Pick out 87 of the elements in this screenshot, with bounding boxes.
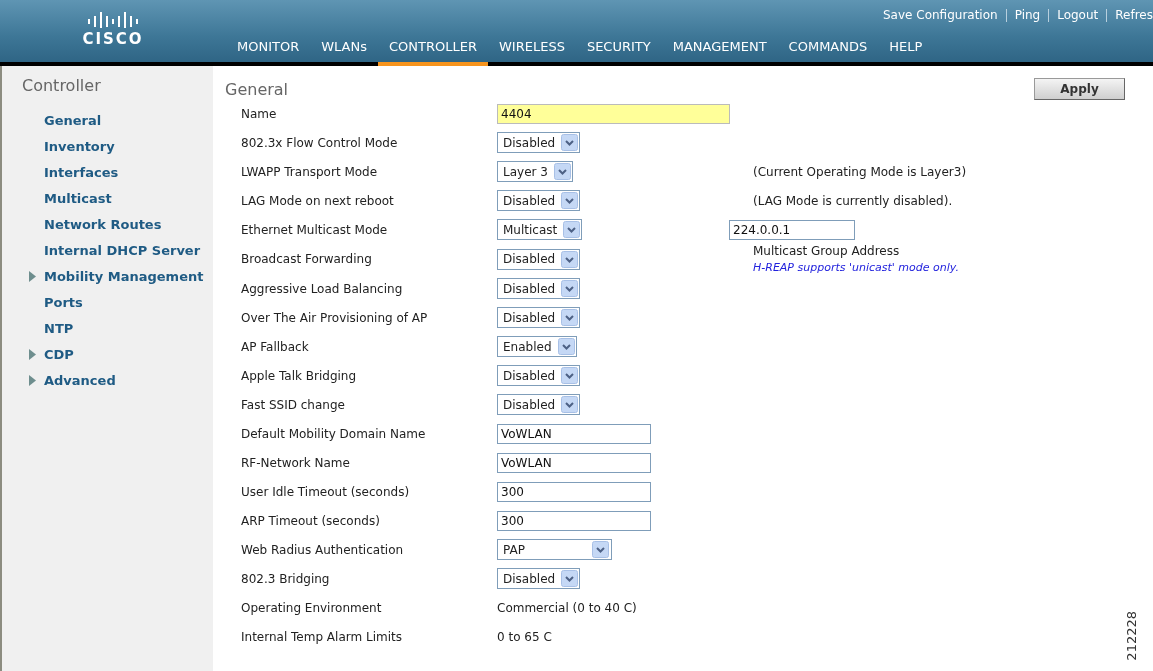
nav-tab[interactable]: SECURITY <box>575 39 662 66</box>
input-field[interactable]: VoWLAN <box>497 452 651 473</box>
dropdown[interactable]: PAP <box>497 539 612 560</box>
sidebar-item[interactable]: Interfaces <box>44 164 119 180</box>
field-label: Name <box>241 105 278 123</box>
field-label: LWAPP Transport Mode <box>241 163 379 181</box>
field-label: Fast SSID change <box>241 396 346 414</box>
header-link[interactable]: Ping <box>1005 9 1049 22</box>
expand-arrow-icon[interactable] <box>29 348 36 360</box>
input-field[interactable]: 300 <box>497 481 651 502</box>
chevron-down-icon <box>561 396 579 413</box>
sidebar-title: Controller <box>21 75 102 97</box>
chevron-down-icon <box>561 192 579 209</box>
chevron-down-icon <box>563 221 581 238</box>
apply-button[interactable]: Apply <box>1034 78 1125 100</box>
nav-tab[interactable]: WIRELESS <box>488 39 576 66</box>
field-label: Broadcast Forwarding <box>241 251 373 268</box>
sidebar-item[interactable]: General <box>44 112 102 128</box>
chevron-down-icon <box>557 338 575 355</box>
sidebar-item[interactable]: Ports <box>44 294 83 310</box>
sidebar-item[interactable]: NTP <box>44 320 74 336</box>
logo-bars-icon <box>87 12 139 28</box>
sidebar-item[interactable]: Inventory <box>44 138 115 154</box>
expand-arrow-icon[interactable] <box>29 270 36 282</box>
logo-text: CISCO <box>82 30 144 48</box>
sidebar-item[interactable]: Mobility Management <box>44 268 204 284</box>
nav-tab[interactable]: COMMANDS <box>777 39 879 66</box>
dropdown[interactable]: Layer 3 <box>497 161 573 182</box>
field-label: RF-Network Name <box>241 454 351 472</box>
input-field[interactable]: 4404 <box>497 103 730 124</box>
field-label: ARP Timeout (seconds) <box>241 512 381 530</box>
field-label: Over The Air Provisioning of AP <box>241 309 429 327</box>
nav-tab[interactable]: WLANs <box>310 39 378 66</box>
sidebar-item[interactable]: CDP <box>44 346 74 362</box>
nav-tab[interactable]: HELP <box>878 39 934 66</box>
field-label: AP Fallback <box>241 338 310 356</box>
field-label: Apple Talk Bridging <box>241 367 358 385</box>
field-label: Internal Temp Alarm Limits <box>241 628 403 646</box>
nav-tab[interactable]: CONTROLLER <box>378 39 488 66</box>
sidebar-item[interactable]: Multicast <box>44 190 112 206</box>
chevron-down-icon <box>561 309 579 326</box>
chevron-down-icon <box>561 570 579 587</box>
field-label: LAG Mode on next reboot <box>241 192 395 210</box>
page-title: General <box>225 79 289 99</box>
figure-number: 212228 <box>1124 611 1139 661</box>
field-value: Commercial (0 to 40 C) <box>497 600 637 615</box>
field-label: Ethernet Multicast Mode <box>241 221 389 239</box>
dropdown[interactable]: Disabled <box>497 307 581 328</box>
field-note: (LAG Mode is currently disabled). <box>753 193 954 208</box>
field-note: (Current Operating Mode is Layer3) <box>753 164 968 179</box>
field-label: Default Mobility Domain Name <box>241 425 427 443</box>
dropdown[interactable]: Disabled <box>497 568 581 589</box>
dropdown[interactable]: Disabled <box>497 394 581 415</box>
header-link[interactable]: Logout <box>1048 9 1107 22</box>
expand-arrow-icon[interactable] <box>29 374 36 386</box>
dropdown[interactable]: Disabled <box>497 278 581 299</box>
dropdown[interactable]: Enabled <box>497 336 577 357</box>
chevron-down-icon <box>561 134 579 151</box>
field-value: 0 to 65 C <box>497 629 552 644</box>
chevron-down-icon <box>592 541 609 558</box>
field-note: Multicast Group Address <box>753 244 901 258</box>
nav-tab[interactable]: MANAGEMENT <box>661 39 778 66</box>
sidebar-item[interactable]: Internal DHCP Server <box>44 242 201 258</box>
input-field[interactable]: VoWLAN <box>497 423 651 444</box>
chevron-down-icon <box>561 280 579 297</box>
sidebar-item[interactable]: Network Routes <box>44 216 162 232</box>
sidebar-item[interactable]: Advanced <box>44 372 116 388</box>
nav-tab[interactable]: MONITOR <box>226 39 311 66</box>
field-label: Operating Environment <box>241 599 383 617</box>
input-field[interactable]: 300 <box>497 510 651 531</box>
field-label: 802.3x Flow Control Mode <box>241 134 399 152</box>
hint-text: H-REAP supports 'unicast' mode only. <box>753 261 960 274</box>
dropdown[interactable]: Multicast <box>497 219 583 240</box>
chevron-down-icon <box>553 163 571 180</box>
field-label: Aggressive Load Balancing <box>241 280 404 298</box>
chevron-down-icon <box>561 367 579 384</box>
dropdown[interactable]: Disabled <box>497 248 581 270</box>
chevron-down-icon <box>561 250 579 268</box>
field-label: Web Radius Authentication <box>241 541 405 559</box>
field-label: User Idle Timeout (seconds) <box>241 483 411 501</box>
dropdown[interactable]: Disabled <box>497 190 581 211</box>
dropdown[interactable]: Disabled <box>497 365 581 386</box>
header-link[interactable]: Save Configuration <box>875 9 1006 22</box>
header-link[interactable]: Refres <box>1106 9 1153 22</box>
input-field[interactable]: 224.0.0.1 <box>729 219 855 240</box>
dropdown[interactable]: Disabled <box>497 132 581 153</box>
field-label: 802.3 Bridging <box>241 570 331 588</box>
